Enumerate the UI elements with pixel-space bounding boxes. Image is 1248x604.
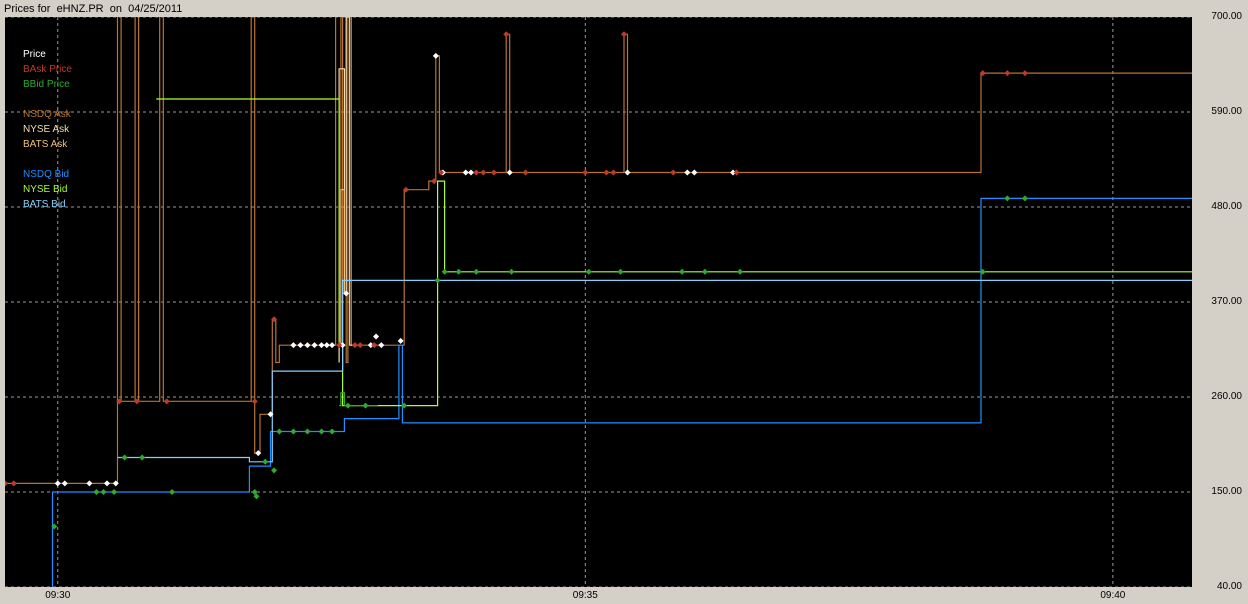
y-tick-label: 260.00 xyxy=(1211,391,1242,402)
legend: Price BAsk Price BBid Price NSDQ Ask NYSE As… xyxy=(23,47,72,212)
marker-bbid-price xyxy=(276,428,283,435)
marker-bask-price xyxy=(1004,70,1011,77)
marker-bask-price xyxy=(620,31,627,38)
legend-item: Price xyxy=(23,49,46,60)
marker-bask-price xyxy=(1021,70,1028,77)
marker-price xyxy=(329,342,336,349)
marker-bask-price xyxy=(480,169,487,176)
marker-price xyxy=(684,169,691,176)
legend-item: BATS Bid xyxy=(23,199,66,210)
marker-bbid-price xyxy=(100,489,107,495)
marker-bbid-price xyxy=(121,454,128,461)
marker-bbid-price xyxy=(271,467,278,474)
legend-item: NYSE Bid xyxy=(23,184,68,195)
marker-bbid-price xyxy=(617,268,624,275)
marker-bask-price xyxy=(5,480,8,487)
marker-bbid-price xyxy=(701,268,708,275)
legend-item: BATS Ask xyxy=(23,139,68,150)
series-line-nsdq-ask xyxy=(5,17,1192,484)
marker-bask-price xyxy=(490,169,497,176)
marker-price xyxy=(54,480,61,487)
marker-bbid-price xyxy=(318,428,325,435)
marker-price xyxy=(462,169,469,176)
series-line-nsdq-bid xyxy=(51,197,1192,587)
plot-area: Price BAsk Price BBid Price NSDQ Ask NYSE As… xyxy=(5,17,1192,587)
marker-bask-price xyxy=(522,169,529,176)
y-tick-label: 150.00 xyxy=(1211,486,1242,497)
marker-bask-price xyxy=(603,169,610,176)
marker-price xyxy=(323,342,330,349)
legend-item: BBid Price xyxy=(23,79,70,90)
marker-bbid-price xyxy=(362,402,369,409)
marker-price xyxy=(468,169,475,176)
marker-price xyxy=(61,480,68,487)
marker-bbid-price xyxy=(434,277,441,284)
marker-bask-price xyxy=(503,31,510,38)
marker-bbid-price xyxy=(1021,195,1028,202)
marker-bbid-price xyxy=(111,489,118,495)
marker-bbid-price xyxy=(262,458,269,465)
marker-bask-price xyxy=(251,398,258,405)
marker-bbid-price xyxy=(139,454,146,461)
marker-bbid-price xyxy=(329,428,336,435)
marker-price xyxy=(397,337,404,344)
legend-spacer xyxy=(23,152,72,167)
marker-bask-price xyxy=(473,169,480,176)
marker-bbid-price xyxy=(679,268,686,275)
marker-bbid-price xyxy=(290,428,297,435)
marker-bbid-price xyxy=(169,489,176,495)
series-line-bbid-price xyxy=(339,392,378,407)
marker-bbid-price xyxy=(441,268,448,275)
marker-bbid-price xyxy=(1004,195,1011,202)
marker-price xyxy=(624,169,631,176)
y-tick-label: 700.00 xyxy=(1211,11,1242,22)
marker-bbid-price xyxy=(344,402,351,409)
marker-bask-price xyxy=(371,342,378,349)
marker-bask-price xyxy=(163,398,170,405)
marker-bbid-price xyxy=(585,268,592,275)
y-tick-label: 40.00 xyxy=(1216,581,1242,592)
y-tick-label: 480.00 xyxy=(1211,201,1242,212)
marker-price xyxy=(691,169,698,176)
marker-price xyxy=(297,342,304,349)
marker-price xyxy=(86,480,93,487)
marker-bbid-price xyxy=(737,268,744,275)
marker-bask-price xyxy=(351,342,358,349)
legend-item: NSDQ Bid xyxy=(23,169,70,180)
marker-price xyxy=(373,333,380,340)
legend-spacer xyxy=(23,92,72,107)
marker-bbid-price xyxy=(473,268,480,275)
legend-item: NSDQ Ask xyxy=(23,109,71,120)
marker-bask-price xyxy=(357,342,364,349)
y-tick-label: 370.00 xyxy=(1211,296,1242,307)
marker-price xyxy=(290,342,297,349)
marker-bask-price xyxy=(670,169,677,176)
marker-price xyxy=(378,342,385,349)
marker-price xyxy=(304,342,311,349)
y-tick-label: 590.00 xyxy=(1211,106,1242,117)
marker-bbid-price xyxy=(93,489,100,495)
marker-bbid-price xyxy=(304,428,311,435)
x-tick-label: 09:30 xyxy=(45,590,71,601)
series-line-bats-bid xyxy=(117,279,1192,463)
x-tick-label: 09:40 xyxy=(1100,590,1126,601)
chart-svg xyxy=(5,17,1192,587)
marker-bbid-price xyxy=(455,268,462,275)
x-tick-label: 09:35 xyxy=(572,590,598,601)
marker-bbid-price xyxy=(508,268,515,275)
marker-bask-price xyxy=(733,169,740,176)
marker-price xyxy=(506,169,513,176)
marker-bask-price xyxy=(10,480,17,487)
legend-item: BAsk Price xyxy=(23,64,72,75)
marker-bask-price xyxy=(582,169,589,176)
legend-item: NYSE Ask xyxy=(23,124,70,135)
marker-price xyxy=(103,480,110,487)
chart-title: Prices for eHNZ.PR on 04/25/2011 xyxy=(4,3,183,15)
marker-price xyxy=(311,342,318,349)
marker-price xyxy=(432,52,439,59)
series-line-nyse-bid xyxy=(156,98,1192,407)
marker-bask-price xyxy=(610,169,617,176)
marker-price xyxy=(318,342,325,349)
